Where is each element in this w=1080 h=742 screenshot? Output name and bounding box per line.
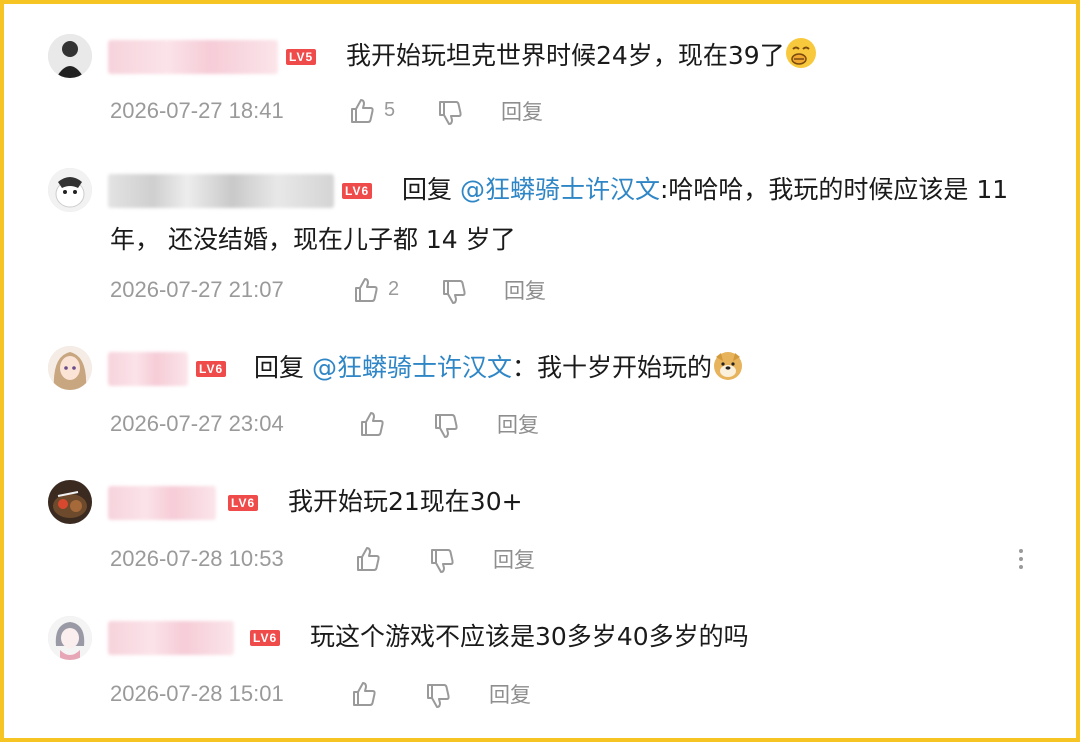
timestamp: 2026-07-28 15:01: [110, 681, 284, 706]
mention-link[interactable]: @狂蟒骑士许汉文: [460, 175, 660, 204]
reply-button[interactable]: 回复: [493, 545, 535, 575]
like-count: 2: [388, 278, 400, 300]
more-options-icon[interactable]: [1016, 547, 1026, 571]
avatar[interactable]: [48, 168, 92, 212]
thumbs-down-icon[interactable]: [440, 278, 468, 306]
avatar-image: [48, 616, 92, 660]
comment-list-frame: LV5 我开始玩坦克世界时候24岁，现在39了 2026-07-27 18:41…: [0, 0, 1080, 742]
avatar-image: [48, 480, 92, 524]
timestamp: 2026-07-28 10:53: [110, 546, 284, 571]
like-count: 5: [384, 99, 396, 121]
doge-emoji: [713, 352, 742, 380]
username-blurred[interactable]: [108, 174, 334, 208]
avatar[interactable]: [48, 34, 92, 78]
username-blurred[interactable]: [108, 486, 216, 520]
thumbs-up-icon[interactable]: [350, 680, 378, 708]
username-blurred[interactable]: [108, 352, 188, 386]
thumbs-down-icon[interactable]: [424, 682, 452, 710]
avatar[interactable]: [48, 616, 92, 660]
thumbs-down-icon[interactable]: [436, 99, 464, 127]
comment-text-continued: 年， 还没结婚，现在儿子都 14 岁了: [110, 225, 516, 254]
comment-text: 我开始玩坦克世界时候24岁，现在39了: [346, 31, 817, 81]
avatar-image: [48, 346, 92, 390]
thumbs-up-icon[interactable]: [348, 97, 376, 125]
mention-link[interactable]: @狂蟒骑士许汉文: [312, 353, 512, 382]
reply-button[interactable]: 回复: [504, 276, 546, 306]
level-badge: LV5: [286, 49, 317, 65]
timestamp: 2026-07-27 23:04: [110, 411, 284, 436]
reply-button[interactable]: 回复: [489, 680, 531, 710]
level-badge: LV6: [250, 630, 281, 646]
thumbs-up-icon[interactable]: [352, 276, 380, 304]
level-badge: LV6: [342, 183, 373, 199]
reply-button[interactable]: 回复: [501, 97, 543, 127]
avatar[interactable]: [48, 480, 92, 524]
comment-text: 回复 @狂蟒骑士许汉文：我十岁开始玩的: [254, 343, 744, 393]
avatar[interactable]: [48, 346, 92, 390]
username-blurred[interactable]: [108, 621, 234, 655]
avatar-image: [48, 168, 92, 212]
thumbs-up-icon[interactable]: [358, 410, 386, 438]
comment-text: 我开始玩21现在30+: [288, 487, 523, 516]
avatar-image: [48, 34, 92, 78]
thumbs-down-icon[interactable]: [432, 412, 460, 440]
comment-text: 玩这个游戏不应该是30多岁40多岁的吗: [310, 622, 749, 651]
thumbs-down-icon[interactable]: [428, 547, 456, 575]
comment-text: 回复 @狂蟒骑士许汉文:哈哈哈，我玩的时候应该是 11: [402, 175, 1009, 204]
level-badge: LV6: [196, 361, 227, 377]
thumbs-up-icon[interactable]: [354, 545, 382, 573]
timestamp: 2026-07-27 18:41: [110, 98, 284, 123]
timestamp: 2026-07-27 21:07: [110, 277, 284, 302]
laugh-cover-mouth-emoji: [785, 38, 816, 68]
username-blurred[interactable]: [108, 40, 278, 74]
reply-button[interactable]: 回复: [497, 410, 539, 440]
level-badge: LV6: [228, 495, 259, 511]
